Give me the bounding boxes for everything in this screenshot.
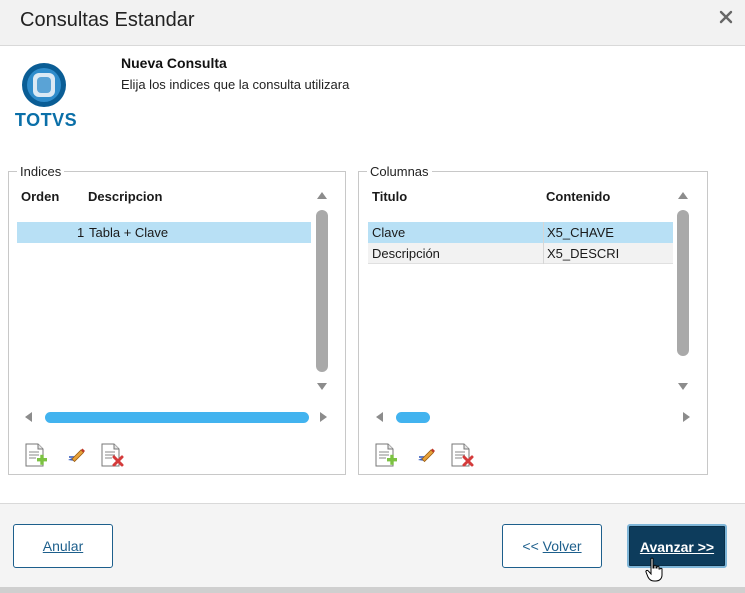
- columnas-vertical-scrollbar[interactable]: [674, 188, 692, 394]
- window-bottom-edge: [0, 587, 745, 593]
- columnas-grid[interactable]: Titulo Contenido Clave X5_CHAVE Descripc…: [368, 184, 696, 426]
- column-header-contenido[interactable]: Contenido: [546, 189, 610, 204]
- cell-divider: [543, 243, 544, 264]
- scroll-thumb[interactable]: [677, 210, 689, 356]
- scroll-right-icon[interactable]: [683, 412, 690, 422]
- indices-horizontal-scrollbar[interactable]: [21, 408, 331, 426]
- next-button-label: Avanzar >>: [639, 539, 715, 555]
- cell-divider: [543, 222, 544, 243]
- scroll-left-icon[interactable]: [376, 412, 383, 422]
- cancel-button-label: Anular: [42, 538, 84, 554]
- scroll-thumb[interactable]: [316, 210, 328, 372]
- back-button[interactable]: << Volver: [502, 524, 602, 568]
- indices-vertical-scrollbar[interactable]: [313, 188, 331, 394]
- page-subtitle: Elija los indices que la consulta utiliz…: [121, 77, 350, 92]
- scroll-down-icon[interactable]: [317, 383, 327, 390]
- scroll-up-icon[interactable]: [317, 192, 327, 199]
- cell-contenido: X5_CHAVE: [547, 225, 614, 240]
- columnas-legend: Columnas: [370, 164, 429, 179]
- cancel-button[interactable]: Anular: [13, 524, 113, 568]
- next-button[interactable]: Avanzar >>: [627, 524, 727, 568]
- column-header-descripcion[interactable]: Descripcion: [88, 189, 162, 204]
- scroll-down-icon[interactable]: [678, 383, 688, 390]
- totvs-logo: TOTVS: [11, 60, 81, 130]
- add-document-icon[interactable]: [23, 442, 49, 468]
- close-icon[interactable]: [719, 10, 733, 24]
- cell-titulo: Clave: [372, 225, 406, 240]
- delete-document-icon[interactable]: [449, 442, 475, 468]
- footer-bar: Anular << Volver Avanzar >>: [0, 503, 745, 593]
- scroll-up-icon[interactable]: [678, 192, 688, 199]
- cell-titulo: Descripción: [372, 246, 440, 261]
- back-button-prefix: <<: [522, 538, 543, 554]
- scroll-left-icon[interactable]: [25, 412, 32, 422]
- scroll-right-icon[interactable]: [320, 412, 327, 422]
- scroll-thumb[interactable]: [45, 412, 309, 423]
- column-header-titulo[interactable]: Titulo: [372, 189, 407, 204]
- window-title: Consultas Estandar: [20, 9, 195, 31]
- edit-pencil-icon[interactable]: [63, 442, 89, 468]
- cell-orden: 1: [77, 225, 85, 240]
- columnas-horizontal-scrollbar[interactable]: [372, 408, 694, 426]
- indices-grid-header: Orden Descripcion: [17, 184, 313, 208]
- back-button-label: Volver: [542, 538, 582, 554]
- cell-contenido: X5_DESCRI: [547, 246, 620, 261]
- indices-legend: Indices: [20, 164, 62, 179]
- column-header-orden[interactable]: Orden: [21, 189, 59, 204]
- table-row[interactable]: 1 Tabla + Clave: [17, 222, 311, 243]
- scroll-thumb[interactable]: [396, 412, 430, 423]
- totvs-logo-icon: [19, 60, 69, 110]
- table-row[interactable]: Descripción X5_DESCRI: [368, 243, 673, 264]
- page-title: Nueva Consulta: [121, 55, 227, 71]
- edit-pencil-icon[interactable]: [413, 442, 439, 468]
- title-bar: Consultas Estandar: [0, 0, 745, 46]
- columnas-grid-header: Titulo Contenido: [368, 184, 674, 208]
- delete-document-icon[interactable]: [99, 442, 125, 468]
- cell-descripcion: Tabla + Clave: [89, 225, 169, 240]
- logo-wordmark: TOTVS: [14, 110, 78, 130]
- table-row[interactable]: Clave X5_CHAVE: [368, 222, 673, 243]
- wizard-header: TOTVS Nueva Consulta Elija los indices q…: [0, 46, 745, 146]
- indices-grid[interactable]: Orden Descripcion 1 Tabla + Clave: [17, 184, 333, 426]
- add-document-icon[interactable]: [373, 442, 399, 468]
